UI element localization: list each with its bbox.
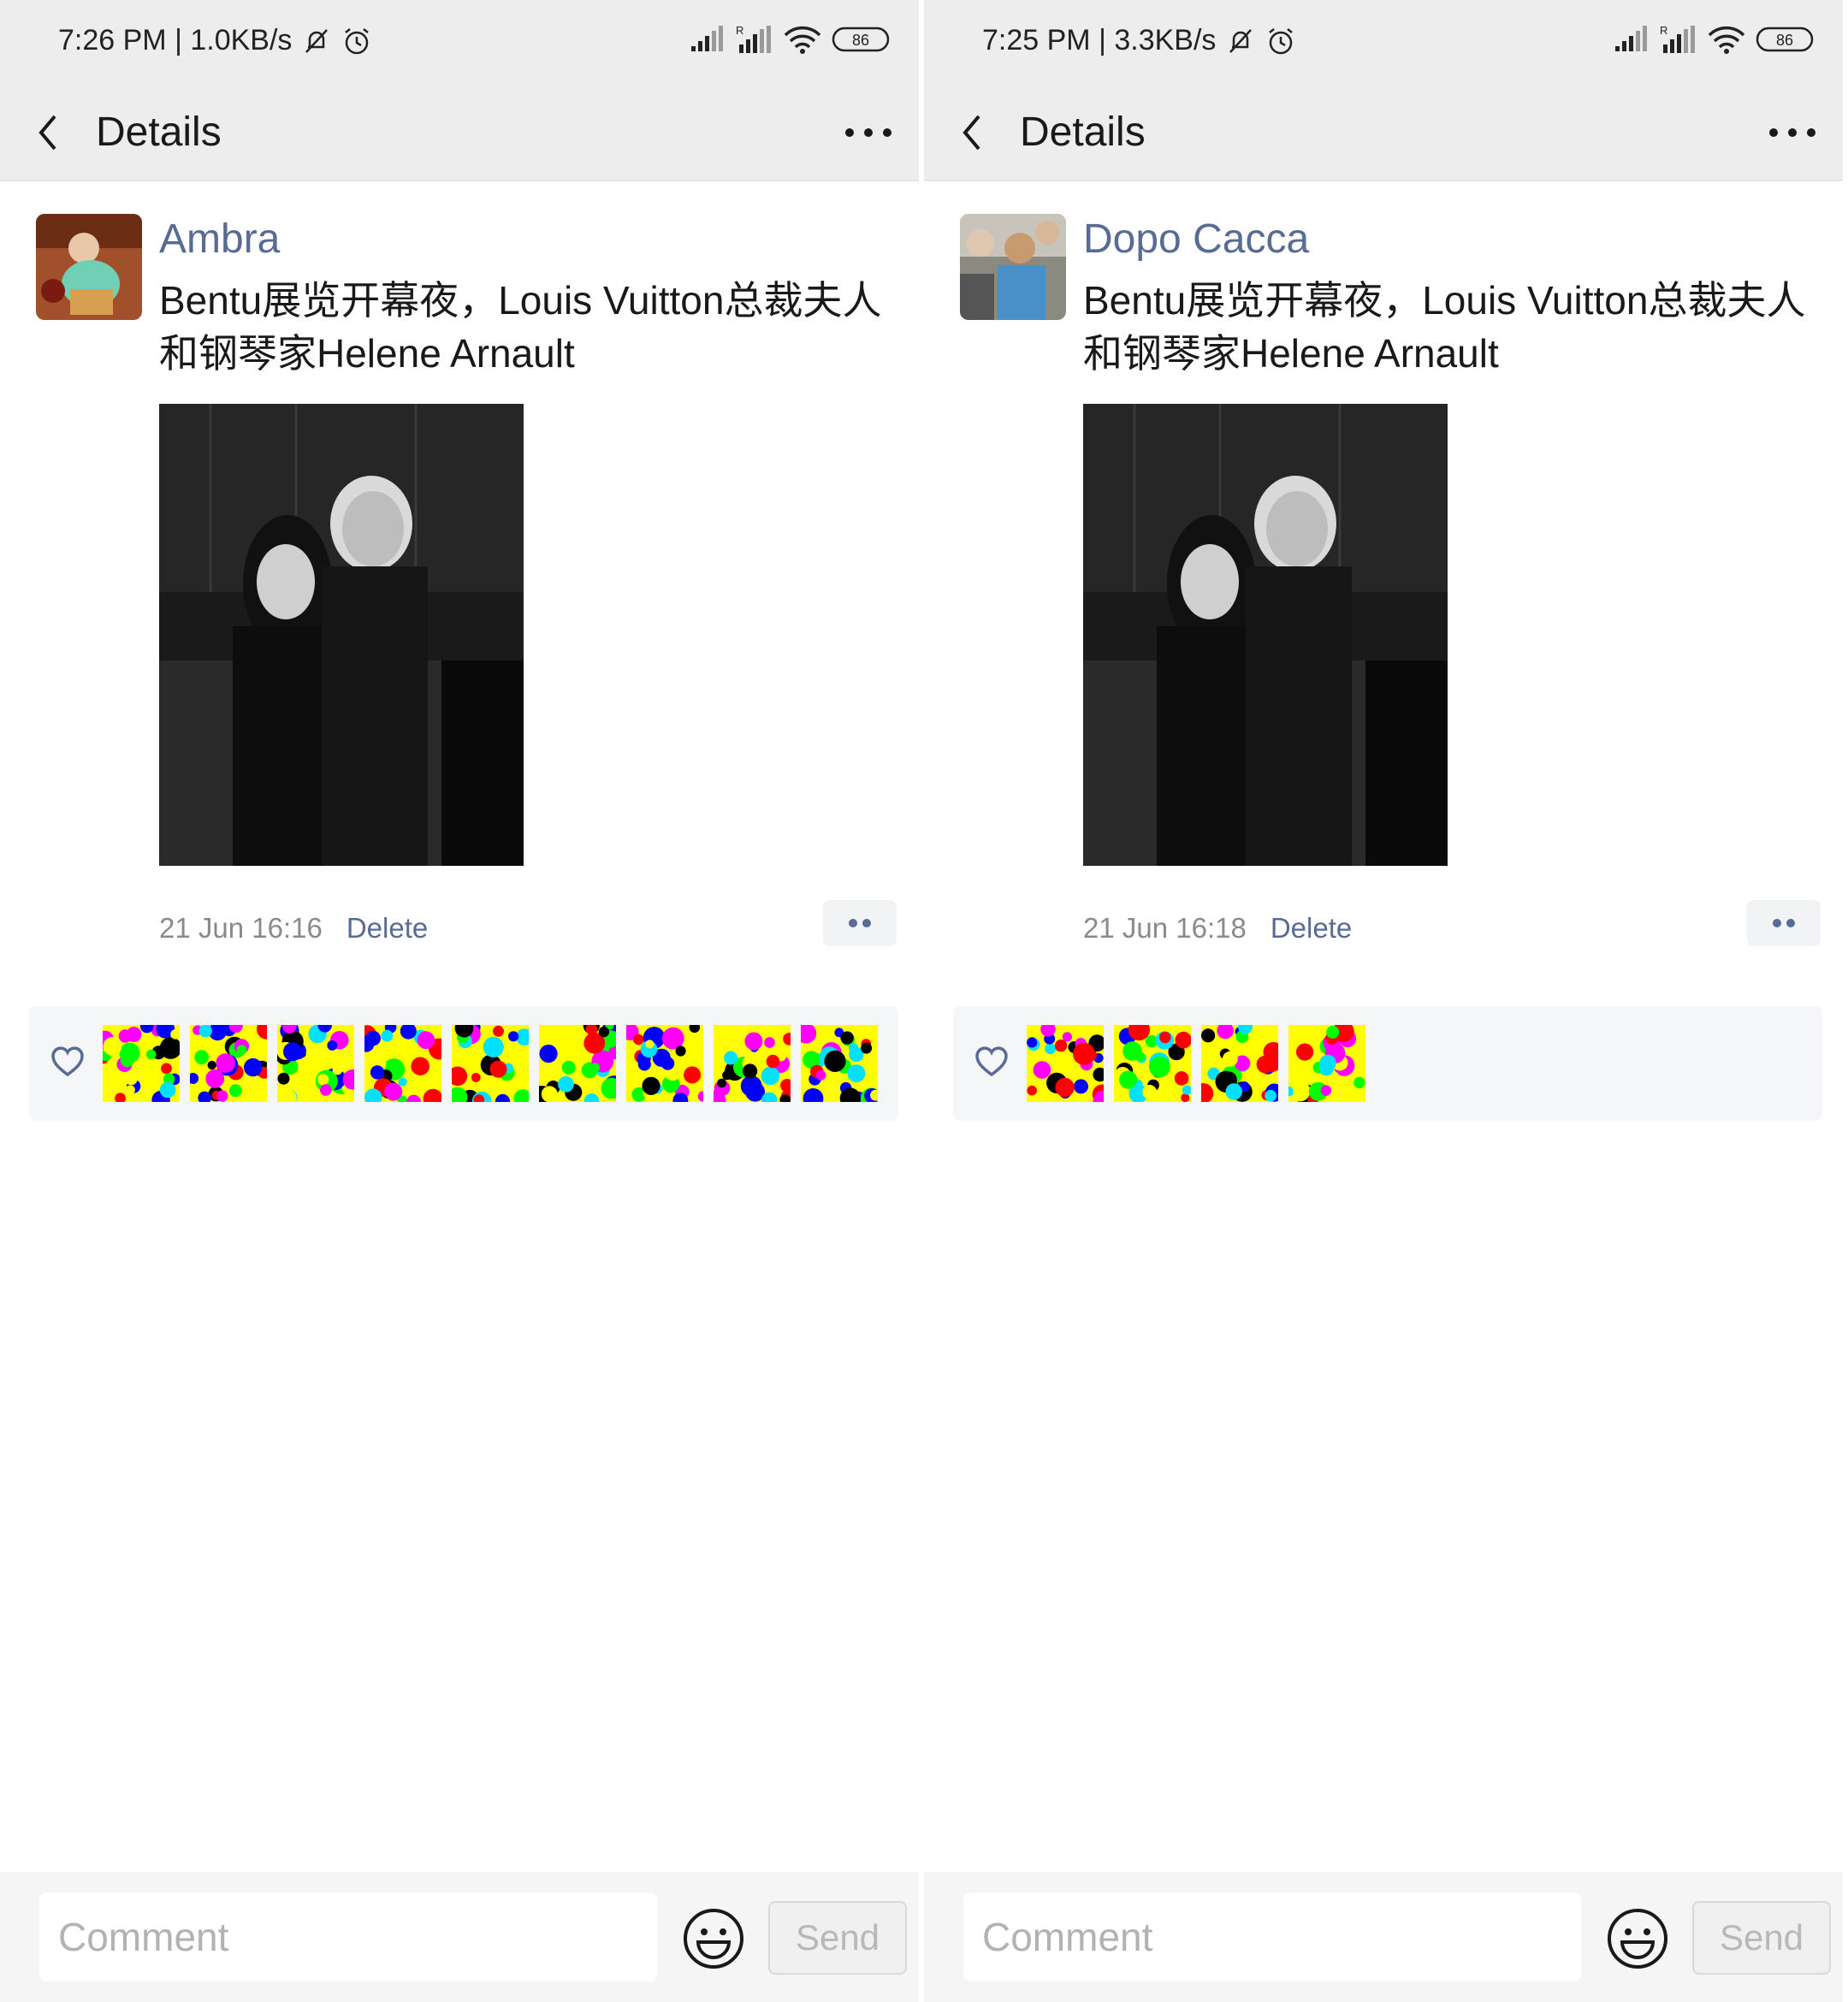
nav-bar: Details	[924, 86, 1843, 181]
comment-bar: Send	[924, 1872, 1843, 2002]
liker-avatar[interactable]	[103, 1025, 180, 1102]
emoji-button[interactable]	[1605, 1906, 1670, 1971]
post-text: Bentu展览开幕夜，Louis Vuitton总裁夫人和钢琴家Helene A…	[1083, 278, 1806, 376]
avatar[interactable]	[960, 214, 1066, 320]
back-button[interactable]	[953, 104, 1001, 161]
liker-avatar[interactable]	[1288, 1025, 1365, 1102]
status-bar: 7:25 PM | 3.3KB/s R 86	[924, 0, 1843, 86]
username[interactable]: Dopo Cacca	[1083, 216, 1309, 263]
status-time: 7:25 PM | 3.3KB/s	[982, 24, 1217, 56]
send-button[interactable]: Send	[1692, 1901, 1831, 1975]
send-button[interactable]: Send	[768, 1901, 907, 1975]
emoji-icon	[1608, 1909, 1667, 1969]
status-bar: 7:26 PM | 1.0KB/s R 86	[0, 0, 919, 86]
emoji-icon	[684, 1909, 743, 1969]
liker-avatar[interactable]	[277, 1025, 354, 1102]
comment-bar: Send	[0, 1872, 919, 2002]
svg-text:86: 86	[1776, 32, 1793, 49]
liker-avatar[interactable]	[801, 1025, 878, 1102]
svg-text:86: 86	[852, 32, 869, 49]
wifi-icon	[784, 26, 821, 54]
mute-bell-icon	[305, 28, 329, 53]
right-screen: 7:25 PM | 3.3KB/s R 86 Details Dopo Cacc…	[919, 0, 1843, 2002]
heart-icon	[975, 1046, 1008, 1077]
more-button[interactable]	[838, 110, 898, 156]
back-button[interactable]	[29, 104, 77, 161]
signal-roaming-icon: R	[736, 24, 771, 53]
liker-avatars	[103, 1025, 878, 1102]
liker-avatar[interactable]	[1027, 1025, 1104, 1102]
delete-link[interactable]: Delete	[346, 912, 428, 945]
status-time: 7:26 PM | 1.0KB/s	[58, 24, 293, 56]
username[interactable]: Ambra	[159, 216, 280, 263]
emoji-button[interactable]	[681, 1906, 746, 1971]
heart-icon	[51, 1046, 84, 1077]
likes-panel	[953, 1006, 1822, 1121]
like-comment-button[interactable]	[823, 900, 897, 946]
left-screen: 7:26 PM | 1.0KB/s R 86 Details Ambra Ben…	[0, 0, 919, 2002]
two-dots-icon	[849, 919, 871, 927]
more-icon	[845, 128, 891, 137]
signal-roaming-icon: R	[1660, 24, 1695, 53]
liker-avatar[interactable]	[1201, 1025, 1278, 1102]
more-button[interactable]	[1762, 110, 1822, 156]
liker-avatar[interactable]	[364, 1025, 441, 1102]
back-chevron-icon	[962, 115, 980, 151]
svg-text:R: R	[1660, 24, 1667, 37]
page-title: Details	[1020, 110, 1146, 155]
nav-bar: Details	[0, 86, 919, 181]
liker-avatar[interactable]	[452, 1025, 529, 1102]
avatar[interactable]	[36, 214, 142, 320]
wifi-icon	[1708, 26, 1745, 54]
liker-avatar[interactable]	[714, 1025, 791, 1102]
liker-avatars	[1027, 1025, 1365, 1102]
delete-link[interactable]: Delete	[1270, 912, 1352, 945]
liker-avatar[interactable]	[1114, 1025, 1191, 1102]
battery-icon: 86	[832, 27, 890, 52]
battery-icon: 86	[1756, 27, 1814, 52]
post-photo[interactable]	[159, 404, 524, 866]
signal-icon	[1615, 26, 1647, 51]
post-time: 21 Jun 16:18	[1083, 912, 1247, 944]
post-time: 21 Jun 16:16	[159, 912, 323, 944]
alarm-icon	[345, 27, 370, 54]
liker-avatar[interactable]	[626, 1025, 703, 1102]
like-comment-button[interactable]	[1747, 900, 1821, 946]
liker-avatar[interactable]	[539, 1025, 616, 1102]
more-icon	[1769, 128, 1815, 137]
post-photo[interactable]	[1083, 404, 1448, 866]
back-chevron-icon	[38, 115, 56, 151]
likes-panel	[29, 1006, 898, 1121]
post-meta: 21 Jun 16:18 Delete	[1083, 912, 1352, 945]
signal-icon	[691, 26, 723, 51]
page-title: Details	[96, 110, 222, 155]
svg-text:R: R	[736, 24, 743, 37]
comment-input[interactable]	[963, 1892, 1581, 1981]
liker-avatar[interactable]	[190, 1025, 267, 1102]
alarm-icon	[1269, 27, 1294, 54]
post-meta: 21 Jun 16:16 Delete	[159, 912, 428, 945]
two-dots-icon	[1773, 919, 1795, 927]
post-text: Bentu展览开幕夜，Louis Vuitton总裁夫人和钢琴家Helene A…	[159, 278, 882, 376]
mute-bell-icon	[1229, 28, 1253, 53]
comment-input[interactable]	[39, 1892, 657, 1981]
